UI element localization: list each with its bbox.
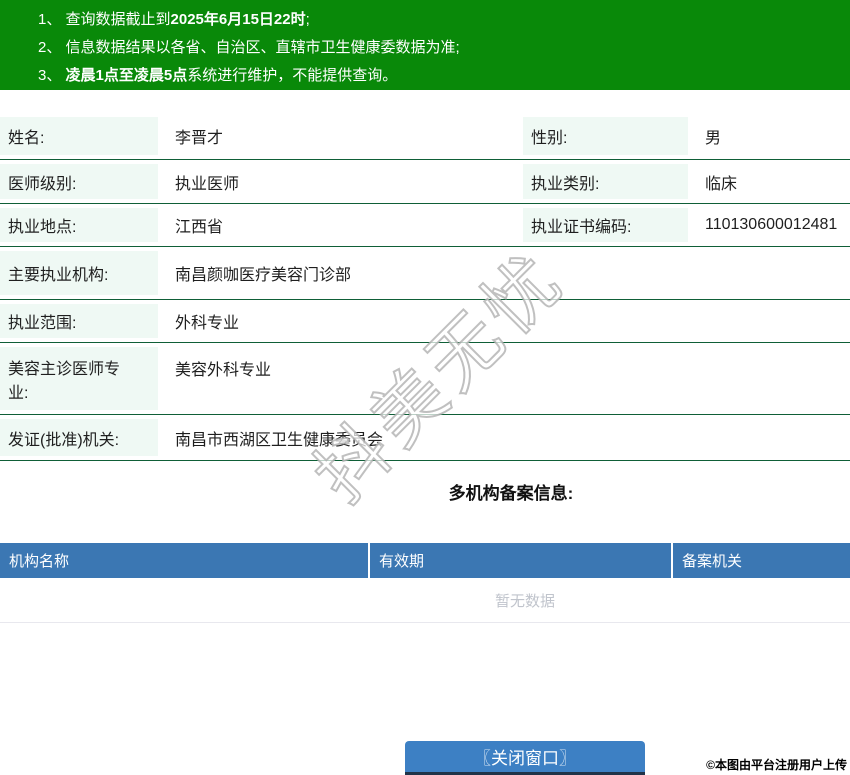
filing-header-validity: 有效期 [370, 543, 673, 578]
name-value: 李晋才 [175, 130, 224, 147]
table-row: 发证(批准)机关: 南昌市西湖区卫生健康委员会 [0, 415, 850, 461]
practice-scope-label: 执业范围: [8, 315, 77, 332]
filing-empty-text: 暂无数据 [0, 578, 850, 623]
practice-category-value: 临床 [705, 175, 738, 193]
table-row: 执业地点: 江西省 执业证书编码: 110130600012481 [0, 204, 850, 247]
cosmetic-specialty-label: 美容主诊医师专业: [8, 360, 121, 402]
issuing-authority-label: 发证(批准)机关: [8, 431, 120, 449]
gender-label-cell: 性别: [523, 113, 688, 159]
certificate-number-label-cell: 执业证书编码: [523, 204, 688, 246]
filing-header-institution: 机构名称 [0, 543, 370, 578]
cosmetic-specialty-value: 美容外科专业 [175, 362, 272, 379]
notice-1-bold: 2025年6月15日22时 [170, 11, 306, 28]
notice-1-suffix: ; [305, 11, 310, 28]
physician-level-value: 执业医师 [175, 175, 240, 193]
close-window-button[interactable]: 〖关闭窗口〗 [405, 741, 645, 775]
filing-section-title: 多机构备案信息: [448, 484, 574, 503]
table-row: 美容主诊医师专业: 美容外科专业 [0, 343, 850, 415]
upload-credit-text: ©本图由平台注册用户上传 [706, 758, 847, 772]
practice-scope-value: 外科专业 [175, 315, 240, 332]
practice-location-label: 执业地点: [8, 219, 77, 236]
practice-category-label: 执业类别: [531, 175, 600, 193]
notice-2-text: 2、 信息数据结果以各省、自治区、直辖市卫生健康委数据为准; [38, 39, 460, 56]
notice-3-text: 3、 [38, 67, 66, 84]
query-result-page: 1、 查询数据截止到2025年6月15日22时; 2、 信息数据结果以各省、自治… [0, 0, 850, 775]
notice-banner: 1、 查询数据截止到2025年6月15日22时; 2、 信息数据结果以各省、自治… [0, 0, 850, 90]
main-institution-value: 南昌颜咖医疗美容门诊部 [175, 267, 352, 284]
table-row: 执业范围: 外科专业 [0, 300, 850, 343]
main-institution-label-cell: 主要执业机构: [0, 247, 158, 299]
issuing-authority-value: 南昌市西湖区卫生健康委员会 [175, 431, 384, 449]
notice-line-2: 2、 信息数据结果以各省、自治区、直辖市卫生健康委数据为准; [38, 34, 850, 62]
table-row: 主要执业机构: 南昌颜咖医疗美容门诊部 [0, 247, 850, 300]
cosmetic-specialty-label-cell: 美容主诊医师专业: [0, 343, 158, 414]
practice-location-value: 江西省 [175, 219, 224, 236]
gender-value: 男 [705, 130, 722, 147]
gender-label: 性别: [531, 130, 568, 147]
notice-line-3: 3、 凌晨1点至凌晨5点系统进行维护，不能提供查询。 [38, 62, 850, 90]
practitioner-info-table: 姓名: 李晋才 性别: 男 医师级别: 执业医师 执业类别: 临床 执业地点: … [0, 113, 850, 461]
filing-header-authority: 备案机关 [682, 553, 743, 570]
main-institution-label: 主要执业机构: [8, 267, 109, 284]
filing-table: 机构名称 有效期 备案机关 暂无数据 [0, 543, 850, 623]
table-row: 医师级别: 执业医师 执业类别: 临床 [0, 160, 850, 204]
practice-scope-label-cell: 执业范围: [0, 300, 158, 342]
notice-3-suffix: 系统进行维护，不能提供查询。 [187, 67, 398, 84]
issuing-authority-label-cell: 发证(批准)机关: [0, 415, 158, 460]
certificate-number-label: 执业证书编码: [531, 219, 632, 236]
name-label-cell: 姓名: [0, 113, 158, 159]
table-row: 姓名: 李晋才 性别: 男 [0, 113, 850, 160]
physician-level-label-cell: 医师级别: [0, 160, 158, 203]
notice-3-bold: 凌晨1点至凌晨5点 [65, 67, 188, 84]
practice-category-label-cell: 执业类别: [523, 160, 688, 203]
filing-table-header: 机构名称 有效期 备案机关 [0, 543, 850, 578]
notice-1-text: 1、 查询数据截止到 [38, 11, 171, 28]
notice-line-1: 1、 查询数据截止到2025年6月15日22时; [38, 6, 850, 34]
physician-level-label: 医师级别: [8, 175, 77, 193]
practice-location-label-cell: 执业地点: [0, 204, 158, 246]
name-label: 姓名: [8, 130, 45, 147]
certificate-number-value: 110130600012481 [705, 216, 838, 233]
